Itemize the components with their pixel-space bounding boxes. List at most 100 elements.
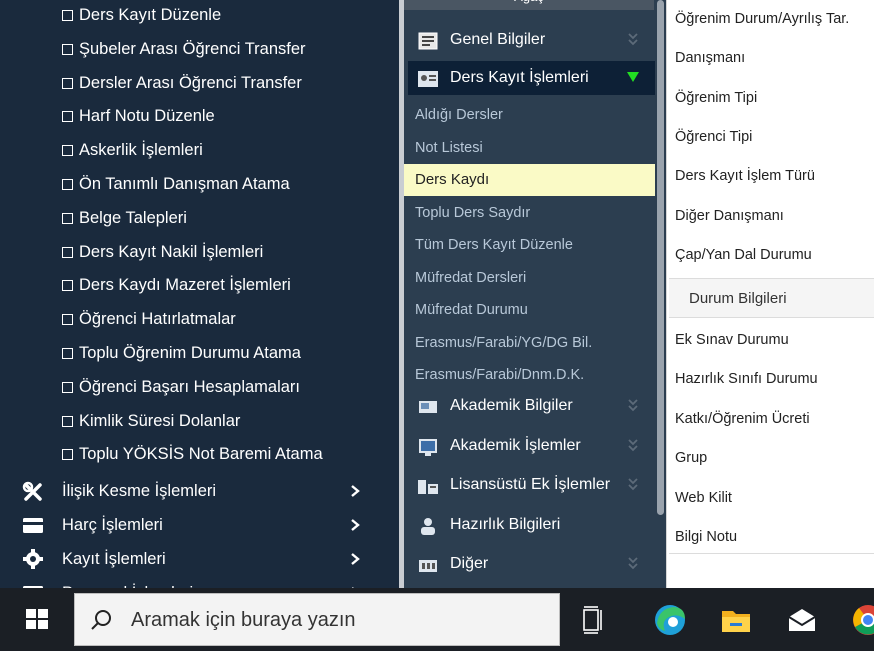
sub-menu-item[interactable]: Belge Talepleri <box>62 203 187 233</box>
edge-icon <box>655 605 685 635</box>
tree-link[interactable]: Erasmus/Farabi/YG/DG Bil. <box>404 327 655 359</box>
tree-group-label: Akademik İşlemler <box>450 436 581 454</box>
mail-button[interactable] <box>779 597 825 643</box>
task-view-icon <box>583 606 602 634</box>
main-menu-item[interactable]: Kayıt İşlemleri <box>22 544 372 574</box>
sub-menu-label: Askerlik İşlemleri <box>79 141 203 160</box>
double-chevron-down-icon <box>628 399 638 412</box>
checkbox-icon <box>62 179 73 190</box>
tree-group[interactable]: Ders Kayıt İşlemleri <box>408 61 655 95</box>
academic-operations-icon-svg <box>419 438 437 456</box>
info-field-label: Öğrenim Tipi <box>675 89 758 106</box>
graduate-icon <box>417 475 439 495</box>
sub-menu-label: Ders Kayıt Nakil İşlemleri <box>79 242 264 261</box>
tree-group-label: Ders Kayıt İşlemleri <box>450 69 589 86</box>
tree-link[interactable]: Ders Kaydı <box>404 164 655 196</box>
search-icon <box>91 610 111 630</box>
other-icon-svg <box>419 560 437 572</box>
registration-icon <box>417 68 439 88</box>
sub-menu-item[interactable]: Toplu YÖKSİS Not Baremi Atama <box>62 439 323 469</box>
sub-menu-label: Toplu YÖKSİS Not Baremi Atama <box>79 445 323 464</box>
sub-menu-item[interactable]: Öğrenci Başarı Hesaplamaları <box>62 372 300 402</box>
info-field-label: Öğrenci Tipi <box>675 128 753 145</box>
sub-menu-item[interactable]: Ders Kayıt Düzenle <box>62 0 221 30</box>
info-field-label: Katkı/Öğrenim Ücreti <box>675 410 810 427</box>
tree-link[interactable]: Müfredat Dersleri <box>404 262 655 294</box>
tree-menu-panel: Ağaç Genel Bilgiler Ders Kayıt İşlemleri A… <box>404 0 666 588</box>
tree-link[interactable]: Tüm Ders Kayıt Düzenle <box>404 229 655 261</box>
sub-menu-item[interactable]: Öğrenci Hatırlatmalar <box>62 304 236 334</box>
info-field-label: Diğer Danışmanı <box>675 207 784 224</box>
unlink-icon-svg <box>22 481 42 501</box>
tree-group[interactable]: Genel Bilgiler <box>408 23 655 57</box>
chrome-icon <box>853 605 874 635</box>
person-icon-svg <box>421 517 435 535</box>
main-menu-item[interactable]: İlişik Kesme İşlemleri <box>22 476 372 506</box>
tree-menu-header: Ağaç <box>404 0 654 10</box>
tree-link[interactable]: Not Listesi <box>404 132 655 164</box>
chevron-right-icon <box>351 519 360 531</box>
chevron-right-icon <box>351 553 360 565</box>
chevron-right-icon <box>348 510 362 540</box>
main-menu-label: Harç İşlemleri <box>62 516 163 534</box>
checkbox-icon <box>62 280 73 292</box>
tree-link[interactable]: Erasmus/Farabi/Dnm.D.K. <box>404 359 655 391</box>
task-view-button[interactable] <box>570 597 616 643</box>
sub-menu-item[interactable]: Askerlik İşlemleri <box>62 135 203 165</box>
sub-menu-label: Toplu Öğrenim Durumu Atama <box>79 344 301 362</box>
info-field-label: Bilgi Notu <box>675 529 738 545</box>
tree-group[interactable]: Lisansüstü Ek İşlemler <box>408 468 655 502</box>
checkbox-icon <box>62 10 73 21</box>
taskbar-search-box[interactable]: Aramak için buraya yazın <box>74 593 560 646</box>
chrome-button[interactable] <box>845 597 874 643</box>
sub-menu-label: Ders Kayıt Düzenle <box>79 6 222 24</box>
unlink-icon <box>22 481 44 501</box>
status-section-header[interactable]: Durum Bilgileri <box>669 278 874 318</box>
double-chevron-down-icon <box>628 33 638 46</box>
file-explorer-button[interactable] <box>713 597 759 643</box>
sub-menu-item[interactable]: Şubeler Arası Öğrenci Transfer <box>62 34 306 64</box>
sub-menu-item[interactable]: Toplu Öğrenim Durumu Atama <box>62 338 301 368</box>
checkbox-icon <box>62 77 73 89</box>
status-section-title: Durum Bilgileri <box>689 290 787 307</box>
sub-menu-label: Ön Tanımlı Danışman Atama <box>79 175 290 193</box>
chevron-right-icon <box>348 544 362 574</box>
tree-group[interactable]: Akademik Bilgiler <box>408 389 655 423</box>
expanded-arrow-icon <box>626 61 640 95</box>
tree-link[interactable]: Aldığı Dersler <box>404 99 655 131</box>
graduate-icon-svg <box>418 480 438 494</box>
sub-menu-item[interactable]: Kimlik Süresi Dolanlar <box>62 406 240 436</box>
tree-group[interactable]: Akademik İşlemler <box>408 429 655 463</box>
checkbox-icon <box>62 246 73 258</box>
sub-menu-label: Kimlik Süresi Dolanlar <box>79 411 241 430</box>
credit-card-icon <box>22 515 44 535</box>
chevron-right-icon <box>352 587 354 588</box>
tree-group[interactable]: Hazırlık Bilgileri <box>408 508 655 542</box>
windows-taskbar: Aramak için buraya yazın <box>0 588 874 651</box>
edge-button[interactable] <box>647 597 693 643</box>
double-chevron-down-icon <box>628 438 638 451</box>
sub-menu-item[interactable]: Ön Tanımlı Danışman Atama <box>62 169 290 199</box>
main-menu-item[interactable]: Personel İşlemleri <box>22 578 372 588</box>
academic-info-icon-svg <box>419 401 437 413</box>
tree-menu-scrollbar-thumb[interactable] <box>657 0 664 515</box>
tree-group[interactable]: Diğer <box>408 547 655 581</box>
windows-logo-icon <box>26 609 48 629</box>
sub-menu-item[interactable]: Ders Kayıt Nakil İşlemleri <box>62 237 263 267</box>
tree-group-label: Akademik Bilgiler <box>450 397 573 414</box>
sub-menu-label: Harf Notu Düzenle <box>79 107 215 126</box>
main-menu-item[interactable]: Harç İşlemleri <box>22 510 372 540</box>
credit-card-icon-svg <box>23 518 43 533</box>
sub-menu-item[interactable]: Ders Kaydı Mazeret İşlemleri <box>62 270 291 300</box>
info-field-label: Çap/Yan Dal Durumu <box>675 246 812 263</box>
tree-link[interactable]: Müfredat Durumu <box>404 294 655 326</box>
start-button[interactable] <box>0 588 74 651</box>
sub-menu-item[interactable]: Harf Notu Düzenle <box>62 101 215 131</box>
sub-menu-item[interactable]: Dersler Arası Öğrenci Transfer <box>62 68 302 98</box>
mail-icon <box>788 609 816 631</box>
sub-menu-label: Dersler Arası Öğrenci Transfer <box>79 73 302 92</box>
tree-link[interactable]: Toplu Ders Saydır <box>404 197 655 229</box>
tree-group-label: Lisansüstü Ek İşlemler <box>450 476 611 493</box>
person-icon <box>417 515 439 535</box>
info-field-label: Web Kilit <box>675 489 732 506</box>
